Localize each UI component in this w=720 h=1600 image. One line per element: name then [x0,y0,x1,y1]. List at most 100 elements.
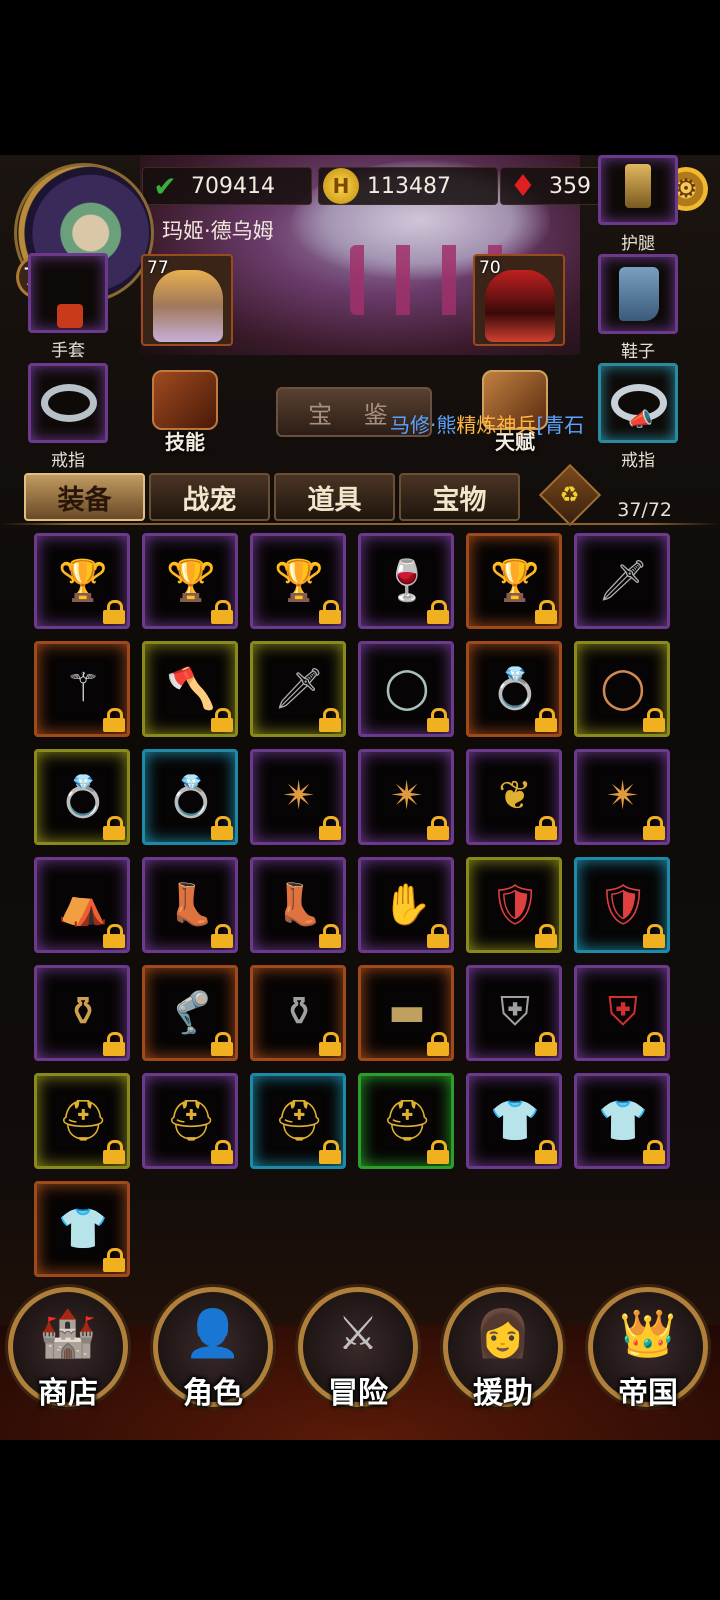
ring-left-slot[interactable] [28,363,108,443]
inventory-slot[interactable]: 🦿 [142,965,238,1061]
nav-adventure[interactable]: ⚔ 冒险 [298,1287,418,1411]
inventory-slot[interactable]: 💍 [142,749,238,845]
tab-pets[interactable]: 战宠 [149,473,270,521]
lock-icon [643,1140,665,1164]
ring-icon [41,384,97,422]
lock-icon [103,816,125,840]
lock-icon [319,708,341,732]
inventory-slot[interactable]: 🍷 [358,533,454,629]
leaf-amount: 709414 [191,173,275,199]
crown-icon: 👑 [619,1306,677,1360]
game-screen: ✔ 709414 H 113487 ♦ 359 ⚙ 77 玛姬·德乌姆 手套 护… [0,155,720,1440]
lock-icon [535,1140,557,1164]
tab-items[interactable]: 道具 [274,473,395,521]
inventory-slot[interactable]: ⛑ [34,1073,130,1169]
lock-icon [427,600,449,624]
ring-right-label: 戒指 [621,451,655,471]
inventory-slot[interactable]: 🪓 [142,641,238,737]
lock-icon [103,924,125,948]
pet-slot-1[interactable]: 77 [141,254,233,346]
inventory-slot[interactable]: 🗡 [574,533,670,629]
pet-slot-2[interactable]: 70 [473,254,565,346]
lock-icon [427,924,449,948]
lock-icon [211,1032,233,1056]
lock-icon [103,708,125,732]
inventory-slot[interactable]: ⚚ [34,641,130,737]
inventory-slot[interactable]: ✋ [358,857,454,953]
broadcast-ticker: 马修·熊精炼神兵[青石 [390,409,636,438]
inventory-slot[interactable]: 💍 [34,749,130,845]
nav-shop[interactable]: 🏰 商店 [8,1287,128,1411]
lock-icon [535,1032,557,1056]
hero-name: 玛姬·德乌姆 [162,219,274,243]
gloves-icon [57,304,83,328]
skills-label: 技能 [165,430,205,454]
inventory-slot[interactable]: ✴ [358,749,454,845]
inventory-slot[interactable]: 👢 [250,857,346,953]
pet-level: 77 [147,258,169,278]
inventory-slot[interactable]: ◯ [358,641,454,737]
inventory-slot[interactable]: ⚱ [250,965,346,1061]
inventory-slot[interactable]: ✴ [574,749,670,845]
lock-icon [643,924,665,948]
inventory-slot[interactable]: 🏆 [250,533,346,629]
broadcast-horn-icon[interactable]: 📣 [628,407,654,433]
inventory-tabs: 装备 战宠 道具 宝物 [24,473,520,521]
lock-icon [211,600,233,624]
lock-icon [427,816,449,840]
inventory-slot[interactable]: 🏆 [466,533,562,629]
gloves-slot[interactable] [28,253,108,333]
recycle-button[interactable]: ♻ [538,463,602,527]
tab-treasures[interactable]: 宝物 [399,473,520,521]
nav-empire[interactable]: 👑 帝国 [588,1287,708,1411]
shoes-label: 鞋子 [621,342,655,362]
inventory-slot[interactable]: ⛺ [34,857,130,953]
red-gem-icon: ♦ [509,168,537,204]
leg-armor-icon [625,164,651,208]
inventory-slot[interactable]: 🛡 [466,857,562,953]
lock-icon [319,1032,341,1056]
gloves-label: 手套 [51,341,85,361]
lock-icon [427,1032,449,1056]
inventory-slot[interactable]: 👕 [34,1181,130,1277]
inventory-slot[interactable]: 🏆 [142,533,238,629]
inventory-slot[interactable]: ▬ [358,965,454,1061]
lock-icon [319,816,341,840]
nav-shop-label: 商店 [38,1376,98,1411]
inventory-slot[interactable]: 👕 [466,1073,562,1169]
legs-slot[interactable] [598,155,678,225]
inventory-slot[interactable]: 🛡 [574,857,670,953]
gold-amount: 113487 [367,173,451,199]
inventory-slot[interactable]: ⛨ [466,965,562,1061]
lock-icon [427,708,449,732]
lock-icon [643,816,665,840]
inventory-slot[interactable]: 🗡 [250,641,346,737]
lock-icon [535,924,557,948]
castle-icon: 🏰 [39,1306,97,1360]
inventory-slot[interactable]: 💍 [466,641,562,737]
inventory-slot[interactable]: 👕 [574,1073,670,1169]
lock-icon [643,1032,665,1056]
resource-gold: H 113487 [318,167,498,205]
inventory-slot[interactable]: ⚱ [34,965,130,1061]
nav-assist[interactable]: 👩 援助 [443,1287,563,1411]
skills-button[interactable]: 技能 [152,370,218,455]
tab-equipment[interactable]: 装备 [24,473,145,521]
recycle-icon: ♻ [560,482,580,508]
inventory-slot[interactable]: ⛑ [358,1073,454,1169]
nav-character[interactable]: 👤 角色 [153,1287,273,1411]
lock-icon [211,924,233,948]
shoes-slot[interactable] [598,254,678,334]
inventory-slot[interactable]: ❦ [466,749,562,845]
inventory-slot[interactable]: 🏆 [34,533,130,629]
lock-icon [535,708,557,732]
ticker-player: 马修·熊 [390,413,457,437]
inventory-slot[interactable]: ⛨ [574,965,670,1061]
inventory-slot[interactable]: ✴ [250,749,346,845]
inventory-slot[interactable]: ⛑ [142,1073,238,1169]
inventory-slot[interactable]: 👢 [142,857,238,953]
lock-icon [103,1032,125,1056]
ring-left-label: 戒指 [51,451,85,471]
inventory-slot[interactable]: ⛑ [250,1073,346,1169]
inventory-slot[interactable]: ◯ [574,641,670,737]
